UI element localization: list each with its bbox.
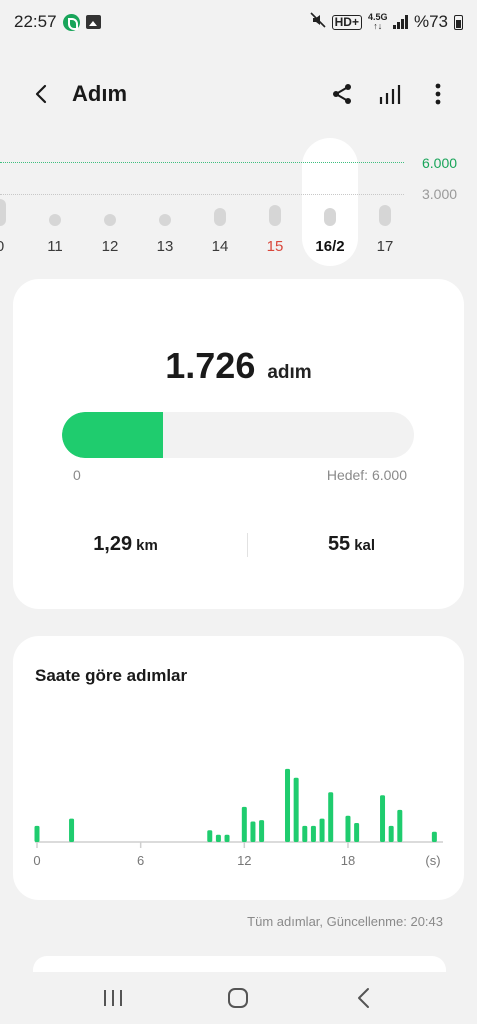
hourly-bar (388, 825, 394, 842)
more-options-button[interactable] (421, 74, 455, 114)
hourly-bar (302, 825, 308, 842)
goal-line (0, 162, 404, 163)
day-bar (269, 204, 281, 226)
hourly-bar (215, 834, 221, 842)
hourly-bar (285, 768, 291, 842)
hd-voice-icon: HD+ (331, 14, 362, 30)
hourly-bar (431, 831, 437, 842)
calories-stat: 55 kal (239, 533, 464, 556)
day-label[interactable]: 16/2 (310, 238, 350, 255)
distance-value: 1,29 (93, 533, 133, 555)
back-nav-icon (358, 988, 370, 1008)
x-tick-label: 12 (237, 853, 251, 868)
page-title: Adım (72, 81, 127, 106)
mid-scale-label: 3.000 (422, 186, 458, 202)
steps-summary-card: 1.726 adım 0 Hedef: 6.000 1,29 km 55 kal (13, 279, 464, 609)
share-icon (333, 84, 351, 104)
hourly-steps-chart: 0 6 12 18 (s) (33, 768, 443, 868)
day-bar (104, 214, 116, 226)
home-button[interactable] (208, 978, 268, 1018)
hourly-bar (397, 809, 403, 842)
signal-icon (393, 15, 408, 29)
x-tick-label: 6 (137, 853, 144, 868)
nav-back-button[interactable] (334, 978, 394, 1018)
week-selector[interactable]: 6.000 3.000 0 11 12 13 14 15 16/2 17 (0, 138, 477, 268)
app-bar: Adım (0, 64, 477, 124)
calories-value: 55 (327, 533, 351, 555)
day-label[interactable]: 11 (35, 238, 75, 255)
status-bar: 22:57 HD+ 4.5G ↑↓ %73 (0, 0, 477, 44)
hourly-bar (224, 834, 230, 842)
day-bar (159, 214, 171, 226)
home-icon (228, 988, 249, 1008)
day-label[interactable]: 14 (200, 238, 240, 255)
bar-chart-icon (379, 85, 401, 104)
hourly-bar (207, 830, 213, 842)
hourly-bar (328, 792, 334, 842)
hourly-bar (69, 818, 75, 842)
hourly-bar (34, 825, 40, 842)
network-type-icon: 4.5G ↑↓ (367, 12, 388, 31)
system-nav-bar (0, 972, 477, 1024)
battery-icon (454, 14, 463, 30)
goal-progress-fill (62, 412, 164, 458)
day-label[interactable]: 17 (365, 238, 405, 255)
day-bar (214, 207, 226, 226)
day-label[interactable]: 0 (0, 238, 20, 255)
x-tick-label: 18 (341, 853, 355, 868)
day-bar (379, 204, 391, 226)
day-bar (49, 214, 61, 226)
steps-unit: adım (267, 362, 312, 383)
goal-progress-bar (62, 412, 414, 458)
hourly-bar (293, 777, 299, 842)
hourly-bar (345, 815, 351, 842)
back-button[interactable] (22, 74, 62, 114)
goal-scale-label: 6.000 (422, 155, 458, 171)
hourly-bar (241, 806, 247, 842)
goal-label: Hedef: 6.000 (326, 467, 407, 483)
health-app-icon (62, 13, 80, 31)
x-axis-unit-label: (s) (425, 853, 440, 868)
x-tick-label: 0 (33, 853, 40, 868)
distance-unit: km (136, 537, 158, 554)
battery-percent: %73 (413, 12, 448, 31)
day-label[interactable]: 15 (255, 238, 295, 255)
hourly-bar (354, 823, 360, 842)
share-button[interactable] (325, 74, 359, 114)
hourly-bar (259, 820, 265, 842)
day-label[interactable]: 13 (145, 238, 185, 255)
recents-icon (103, 990, 122, 1006)
hourly-steps-card[interactable]: Saate göre adımlar 0 6 12 18 (s) (13, 636, 464, 900)
day-bar (324, 207, 336, 226)
back-arrow-icon (35, 84, 47, 104)
progress-start-label: 0 (73, 467, 81, 483)
distance-stat: 1,29 km (13, 533, 238, 556)
status-time: 22:57 (14, 12, 57, 31)
more-vert-icon (435, 83, 441, 105)
mid-line (0, 194, 404, 195)
steps-count: 1.726 (165, 345, 256, 386)
day-bar (0, 199, 6, 226)
calories-unit: kal (354, 537, 376, 554)
hourly-bar (310, 825, 316, 842)
hourly-bar (380, 795, 386, 842)
gallery-icon (85, 15, 101, 29)
hourly-bar (250, 821, 256, 842)
update-note: Tüm adımlar, Güncellenme: 20:43 (247, 914, 443, 929)
mute-icon (310, 12, 326, 32)
steps-total: 1.726 adım (13, 345, 464, 387)
day-label[interactable]: 12 (90, 238, 130, 255)
recents-button[interactable] (83, 978, 143, 1018)
hourly-bar (319, 818, 325, 842)
trends-button[interactable] (373, 74, 407, 114)
